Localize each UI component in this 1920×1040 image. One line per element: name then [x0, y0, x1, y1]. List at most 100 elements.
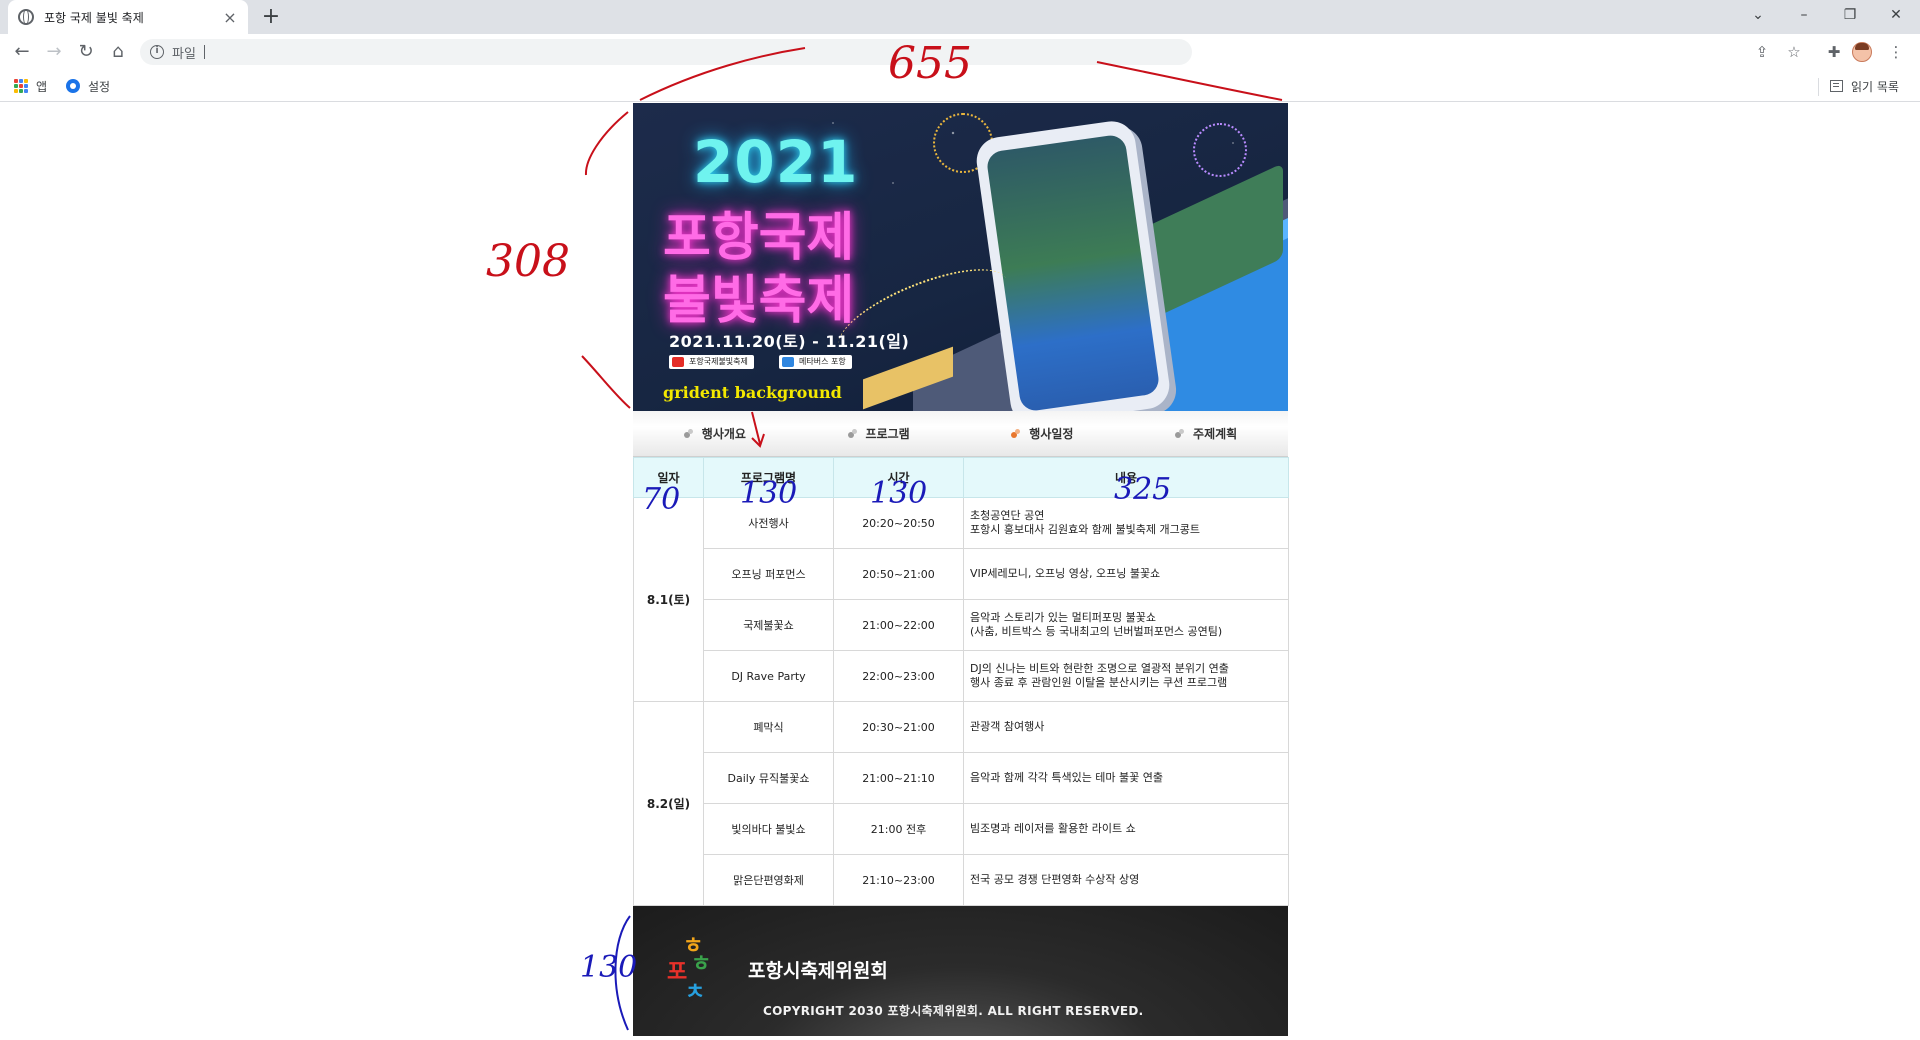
menu-bullet-icon: [1175, 428, 1185, 439]
tab-title: 포항 국제 불빛 축제: [44, 10, 144, 25]
table-row: 빛의바다 불빛쇼 21:00 전후 빔조명과 레이저를 활용한 라이트 쇼: [634, 803, 1289, 855]
bookmark-settings[interactable]: 설정: [66, 76, 110, 96]
table-row: DJ Rave Party 22:00~23:00 DJ의 신나는 비트와 현란…: [634, 650, 1289, 702]
annotation-banner-height: 308: [486, 236, 570, 287]
menu-item-label: 행사개요: [701, 427, 746, 441]
time-cell: 20:30~21:00: [833, 701, 964, 753]
reading-list-icon: [1830, 80, 1843, 92]
annotation-col3: 130: [870, 476, 928, 511]
time-cell: 21:00 전후: [833, 803, 964, 855]
new-tab-button[interactable]: +: [258, 4, 284, 30]
content-cell: 관광객 참여행사: [963, 701, 1289, 753]
annotation-col1: 70: [642, 482, 681, 517]
menu-item-program[interactable]: 프로그램: [797, 425, 961, 442]
table-row: 오프닝 퍼포먼스 20:50~21:00 VIP세레모니, 오프닝 영상, 오프…: [634, 548, 1289, 600]
bookmark-label: 설정: [88, 79, 111, 94]
tab-strip: 포항 국제 불빛 축제 × + ⌄ – ❐ ✕: [0, 0, 1920, 34]
share-icon[interactable]: ⇪: [1752, 42, 1772, 62]
content-line: 전국 공모 경쟁 단편영화 수상작 상영: [970, 873, 1140, 886]
banner-date: 2021.11.20(토) - 11.21(일): [669, 332, 910, 351]
table-header-row: 일자 프로그램명 시간 내용: [633, 457, 1289, 498]
menu-item-label: 프로그램: [865, 427, 910, 441]
bookmark-label: 앱: [36, 79, 48, 94]
banner-year: 2021: [693, 128, 859, 196]
annotation-footer-height: 130: [580, 950, 638, 985]
content-line: 초청공연단 공연: [970, 509, 1045, 522]
content-line: 음악과 스토리가 있는 멀티퍼포밍 불꽃쇼: [970, 611, 1157, 624]
info-icon[interactable]: i: [150, 45, 164, 59]
annotation-col4: 325: [1114, 472, 1172, 507]
day-cell: 8.1(토): [633, 497, 704, 702]
table-row: Daily 뮤직불꽃쇼 21:00~21:10 음악과 함께 각각 특색있는 테…: [634, 752, 1289, 804]
height-bracket-top: [584, 111, 629, 176]
program-cell: 폐막식: [703, 701, 834, 753]
metaverse-icon: [782, 357, 794, 367]
menu-item-overview[interactable]: 행사개요: [633, 425, 797, 442]
restore-button[interactable]: ❐: [1828, 0, 1872, 30]
program-cell: 오프닝 퍼포먼스: [703, 548, 834, 600]
back-arrow-icon[interactable]: ←: [8, 38, 36, 66]
tab-search-chevron-icon[interactable]: ⌄: [1736, 0, 1780, 30]
browser-tab[interactable]: 포항 국제 불빛 축제 ×: [8, 0, 248, 34]
time-cell: 21:10~23:00: [833, 854, 964, 906]
bookmark-star-icon[interactable]: ☆: [1784, 42, 1804, 62]
forward-arrow-icon[interactable]: →: [40, 38, 68, 66]
youtube-icon: [672, 357, 684, 367]
firework-decoration: [1193, 123, 1247, 177]
content-cell: DJ의 신나는 비트와 현란한 조명으로 열광적 분위기 연출 행사 종료 후 …: [963, 650, 1289, 702]
content-line: 관광객 참여행사: [970, 720, 1045, 733]
table-row: 맑은단편영화제 21:10~23:00 전국 공모 경쟁 단편영화 수상작 상영: [634, 854, 1289, 906]
reading-list-button[interactable]: 읽기 목록: [1830, 76, 1899, 96]
banner-title-line2: 불빛축제: [663, 271, 855, 331]
extensions-puzzle-icon[interactable]: ✚: [1824, 42, 1844, 62]
menu-item-schedule[interactable]: 행사일정: [961, 425, 1125, 442]
close-window-button[interactable]: ✕: [1874, 0, 1918, 30]
content-cell: 빔조명과 레이저를 활용한 라이트 쇼: [963, 803, 1289, 855]
annotation-col2: 130: [740, 476, 798, 511]
close-tab-icon[interactable]: ×: [222, 8, 238, 27]
content-line: (사춤, 비트박스 등 국내최고의 넌버벌퍼포먼스 공연팀): [970, 625, 1223, 638]
menu-kebab-icon[interactable]: ⋮: [1886, 42, 1906, 62]
profile-avatar[interactable]: [1852, 42, 1872, 62]
menu-bullet-icon: [1011, 428, 1021, 439]
gear-icon: [66, 79, 80, 93]
content-line: 포항시 홍보대사 김원효와 함께 불빛축제 개그콩트: [970, 523, 1201, 536]
section-menu: 행사개요 프로그램 행사일정 주제계획: [633, 411, 1288, 457]
content-line: VIP세레모니, 오프닝 영상, 오프닝 불꽃쇼: [970, 567, 1161, 580]
banner-gradient-note: grident background: [663, 383, 842, 402]
day-cell: 8.2(일): [633, 701, 704, 906]
table-row: 국제불꽃쇼 21:00~22:00 음악과 스토리가 있는 멀티퍼포밍 불꽃쇼 …: [634, 599, 1289, 651]
apps-grid-icon: [14, 79, 28, 93]
bookmark-divider: [1818, 78, 1819, 96]
height-bracket-bottom: [581, 355, 631, 409]
bookmark-apps[interactable]: 앱: [14, 76, 47, 96]
table-row: 8.2(일) 폐막식 20:30~21:00 관광객 참여행사: [633, 701, 1289, 906]
program-cell: 빛의바다 불빛쇼: [703, 803, 834, 855]
badge-metaverse: 메타버스 포항: [779, 355, 852, 369]
time-cell: 21:00~22:00: [833, 599, 964, 651]
footer-org-name: 포항시축제위원회: [748, 960, 888, 982]
phone-screen: [985, 133, 1161, 411]
content-line: DJ의 신나는 비트와 현란한 조명으로 열광적 분위기 연출: [970, 662, 1229, 675]
reload-icon[interactable]: ↻: [72, 38, 100, 66]
badge-label: 메타버스 포항: [799, 357, 846, 366]
time-cell: 20:50~21:00: [833, 548, 964, 600]
program-cell: 맑은단편영화제: [703, 854, 834, 906]
content-line: 음악과 함께 각각 특색있는 테마 불꽃 연출: [970, 771, 1164, 784]
omnibox-separator: [203, 45, 205, 59]
home-icon[interactable]: ⌂: [104, 38, 132, 66]
globe-icon: [18, 9, 34, 25]
address-bar[interactable]: i 파일: [140, 39, 1192, 65]
program-cell: 국제불꽃쇼: [703, 599, 834, 651]
schedule-table: 일자 프로그램명 시간 내용 8.1(토) 사전행사 20:20~20:50 초…: [633, 457, 1289, 906]
content-line: 빔조명과 레이저를 활용한 라이트 쇼: [970, 822, 1136, 835]
minimize-button[interactable]: –: [1782, 0, 1826, 30]
omnibox-scheme-label: 파일: [172, 46, 196, 62]
menu-item-theme[interactable]: 주제계획: [1124, 425, 1288, 442]
time-cell: 21:00~21:10: [833, 752, 964, 804]
menu-item-label: 주제계획: [1193, 427, 1238, 441]
table-row: 8.1(토) 사전행사 20:20~20:50 초청공연단 공연 포항시 홍보대…: [633, 497, 1289, 702]
address-input[interactable]: [208, 44, 1192, 60]
content-cell: VIP세레모니, 오프닝 영상, 오프닝 불꽃쇼: [963, 548, 1289, 600]
program-cell: DJ Rave Party: [703, 650, 834, 702]
